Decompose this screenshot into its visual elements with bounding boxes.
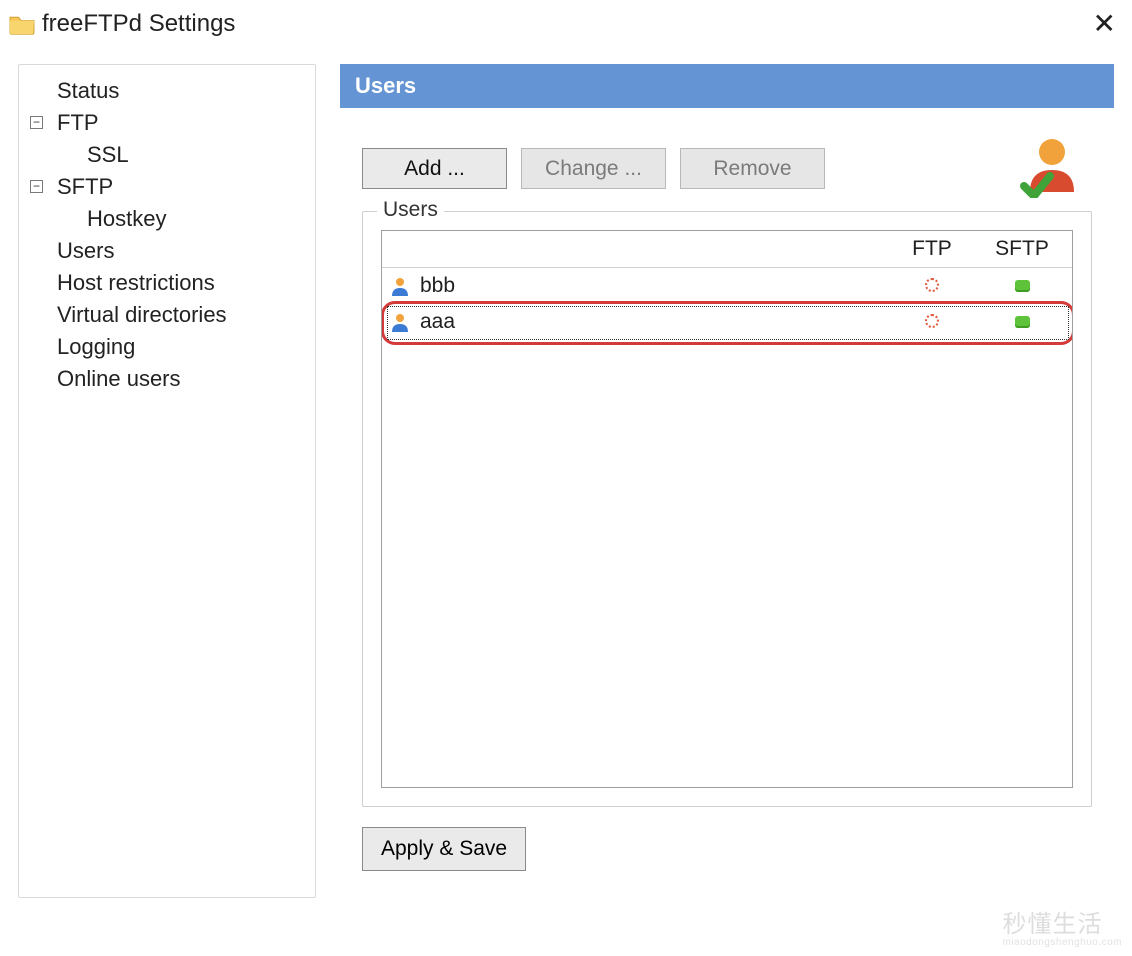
panel-title: Users	[355, 73, 416, 98]
users-table-container: FTP SFTP	[381, 230, 1073, 788]
sidebar-item-label: FTP	[57, 110, 99, 136]
groupbox-legend: Users	[377, 198, 444, 222]
sidebar: Status − FTP SSL	[18, 64, 316, 898]
ftp-status-off-icon	[925, 314, 939, 328]
column-header-name[interactable]	[382, 231, 892, 268]
titlebar: freeFTPd Settings ✕	[0, 0, 1132, 44]
remove-button[interactable]: Remove	[680, 148, 825, 189]
sidebar-item-sftp[interactable]: SFTP	[27, 171, 311, 203]
sidebar-item-label: Users	[57, 238, 114, 264]
sidebar-item-hostkey[interactable]: Hostkey	[27, 203, 311, 235]
column-header-ftp[interactable]: FTP	[892, 231, 972, 268]
sidebar-item-host-restrictions[interactable]: Host restrictions	[27, 267, 311, 299]
content-area: Status − FTP SSL	[0, 44, 1132, 956]
sftp-status-on-icon	[1015, 316, 1030, 328]
nav-tree: Status − FTP SSL	[27, 75, 311, 395]
toolbar: Add ... Change ... Remove	[362, 148, 1092, 189]
sidebar-item-label: SSL	[87, 142, 129, 168]
panel-header: Users	[340, 64, 1114, 108]
watermark: 秒懂生活 miaodongshenghuo.com	[1002, 904, 1122, 948]
user-name-cell: bbb	[420, 274, 455, 298]
table-row[interactable]: bbb	[382, 268, 1072, 305]
sidebar-item-status[interactable]: Status	[27, 75, 311, 107]
sidebar-item-ftp[interactable]: FTP	[27, 107, 311, 139]
main-panel: Users Add ... Change ... Remove Users	[340, 64, 1114, 956]
sidebar-item-virtual-directories[interactable]: Virtual directories	[27, 299, 311, 331]
column-header-sftp[interactable]: SFTP	[972, 231, 1072, 268]
sidebar-item-label: Online users	[57, 366, 181, 392]
sftp-status-on-icon	[1015, 280, 1030, 292]
sidebar-item-users[interactable]: Users	[27, 235, 311, 267]
user-icon	[390, 276, 410, 296]
sidebar-item-label: Hostkey	[87, 206, 166, 232]
footer-actions: Apply & Save	[362, 827, 1092, 871]
panel-body: Add ... Change ... Remove Users FTP SFTP	[340, 108, 1114, 881]
close-icon[interactable]: ✕	[1085, 10, 1124, 38]
watermark-sub: miaodongshenghuo.com	[1002, 937, 1122, 948]
user-name-cell: aaa	[420, 310, 455, 334]
users-groupbox: Users FTP SFTP	[362, 211, 1092, 807]
app-folder-icon	[8, 12, 36, 36]
tree-collapse-sftp[interactable]: −	[30, 180, 43, 193]
sidebar-item-label: Logging	[57, 334, 135, 360]
sidebar-item-logging[interactable]: Logging	[27, 331, 311, 363]
user-hero-icon	[1020, 134, 1084, 198]
window-title: freeFTPd Settings	[42, 10, 235, 38]
apply-save-button[interactable]: Apply & Save	[362, 827, 526, 871]
add-button[interactable]: Add ...	[362, 148, 507, 189]
change-button[interactable]: Change ...	[521, 148, 666, 189]
sidebar-item-label: Virtual directories	[57, 302, 227, 328]
sidebar-item-online-users[interactable]: Online users	[27, 363, 311, 395]
user-icon	[390, 312, 410, 332]
table-row[interactable]: aaa	[382, 304, 1072, 340]
sidebar-item-label: SFTP	[57, 174, 113, 200]
users-table: FTP SFTP	[382, 231, 1072, 340]
ftp-status-off-icon	[925, 278, 939, 292]
sidebar-item-label: Status	[57, 78, 119, 104]
tree-collapse-ftp[interactable]: −	[30, 116, 43, 129]
watermark-text: 秒懂生活	[1002, 911, 1102, 938]
sidebar-item-label: Host restrictions	[57, 270, 215, 296]
sidebar-item-ssl[interactable]: SSL	[27, 139, 311, 171]
